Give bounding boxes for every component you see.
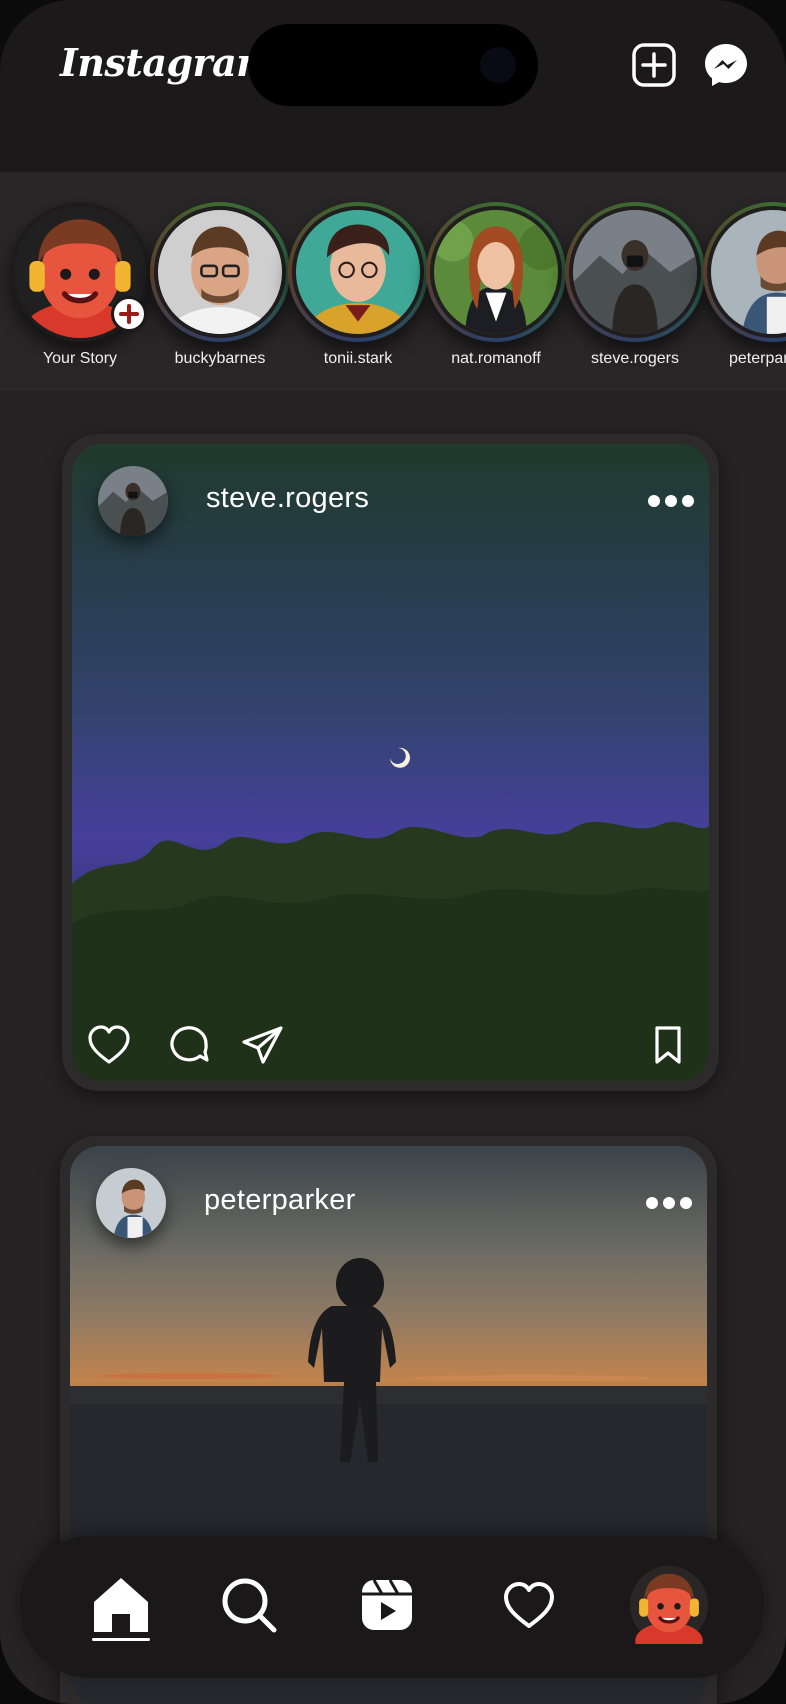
more-horizontal-icon: [648, 495, 660, 507]
dynamic-island: [248, 24, 538, 106]
avatar: [292, 206, 424, 338]
add-story-button[interactable]: [111, 296, 147, 332]
nav-reels[interactable]: [352, 1570, 422, 1640]
post-author-avatar[interactable]: [96, 1168, 166, 1238]
avatar: [569, 206, 701, 338]
heart-icon: [504, 1582, 554, 1628]
story-ring: [150, 202, 290, 342]
story-label: peterparker: [729, 350, 786, 367]
story-ring: [288, 202, 428, 342]
story-label: steve.rogers: [590, 350, 680, 367]
search-icon: [222, 1578, 277, 1633]
save-button[interactable]: [645, 1022, 691, 1068]
post-card: steve.rogers: [72, 444, 709, 1081]
send-icon: [242, 1026, 283, 1064]
stories-bar: Your Story buckybarnes tonii.stark nat.r…: [0, 172, 786, 390]
avatar: [430, 206, 562, 338]
messenger-button[interactable]: [703, 42, 749, 88]
avatar: [707, 206, 786, 338]
share-button[interactable]: [240, 1022, 286, 1068]
story-label: buckybarnes: [174, 350, 266, 367]
avatar: [96, 1168, 166, 1238]
app-logo: Instagram: [60, 40, 276, 85]
active-tab-indicator: [92, 1638, 150, 1641]
story-label: Your Story: [42, 350, 118, 367]
post-options-button[interactable]: [646, 1197, 692, 1211]
story-label: nat.romanoff: [451, 350, 541, 367]
nav-profile[interactable]: [630, 1566, 708, 1659]
story-ring: [565, 202, 705, 342]
comment-icon: [170, 1026, 209, 1062]
nav-search[interactable]: [214, 1570, 284, 1640]
heart-icon: [88, 1025, 130, 1064]
nav-activity[interactable]: [494, 1570, 564, 1640]
post-author-avatar[interactable]: [98, 466, 168, 536]
bottom-nav: [20, 1536, 764, 1678]
avatar: [98, 466, 168, 536]
post-username[interactable]: peterparker: [204, 1184, 356, 1217]
phone-screen: Instagram Your Story buckybarnes tonii.s…: [0, 0, 786, 1704]
home-icon: [94, 1578, 148, 1632]
messenger-icon: [705, 44, 747, 86]
story-ring: [426, 202, 566, 342]
top-bar: Instagram: [0, 0, 786, 172]
avatar: [154, 206, 286, 338]
create-post-button[interactable]: [631, 42, 677, 88]
post-username[interactable]: steve.rogers: [206, 482, 369, 515]
plus-square-icon: [632, 43, 676, 87]
bookmark-icon: [655, 1026, 681, 1064]
more-horizontal-icon: [646, 1197, 658, 1209]
story-label: tonii.stark: [323, 350, 393, 367]
story-ring: [703, 202, 786, 342]
reels-icon: [362, 1579, 412, 1630]
post-options-button[interactable]: [648, 495, 694, 509]
comment-button[interactable]: [166, 1022, 212, 1068]
profile-avatar: [630, 1566, 708, 1659]
plus-icon: [119, 304, 139, 324]
nav-home[interactable]: [86, 1570, 156, 1640]
like-button[interactable]: [86, 1022, 132, 1068]
post-image: [72, 747, 709, 1081]
